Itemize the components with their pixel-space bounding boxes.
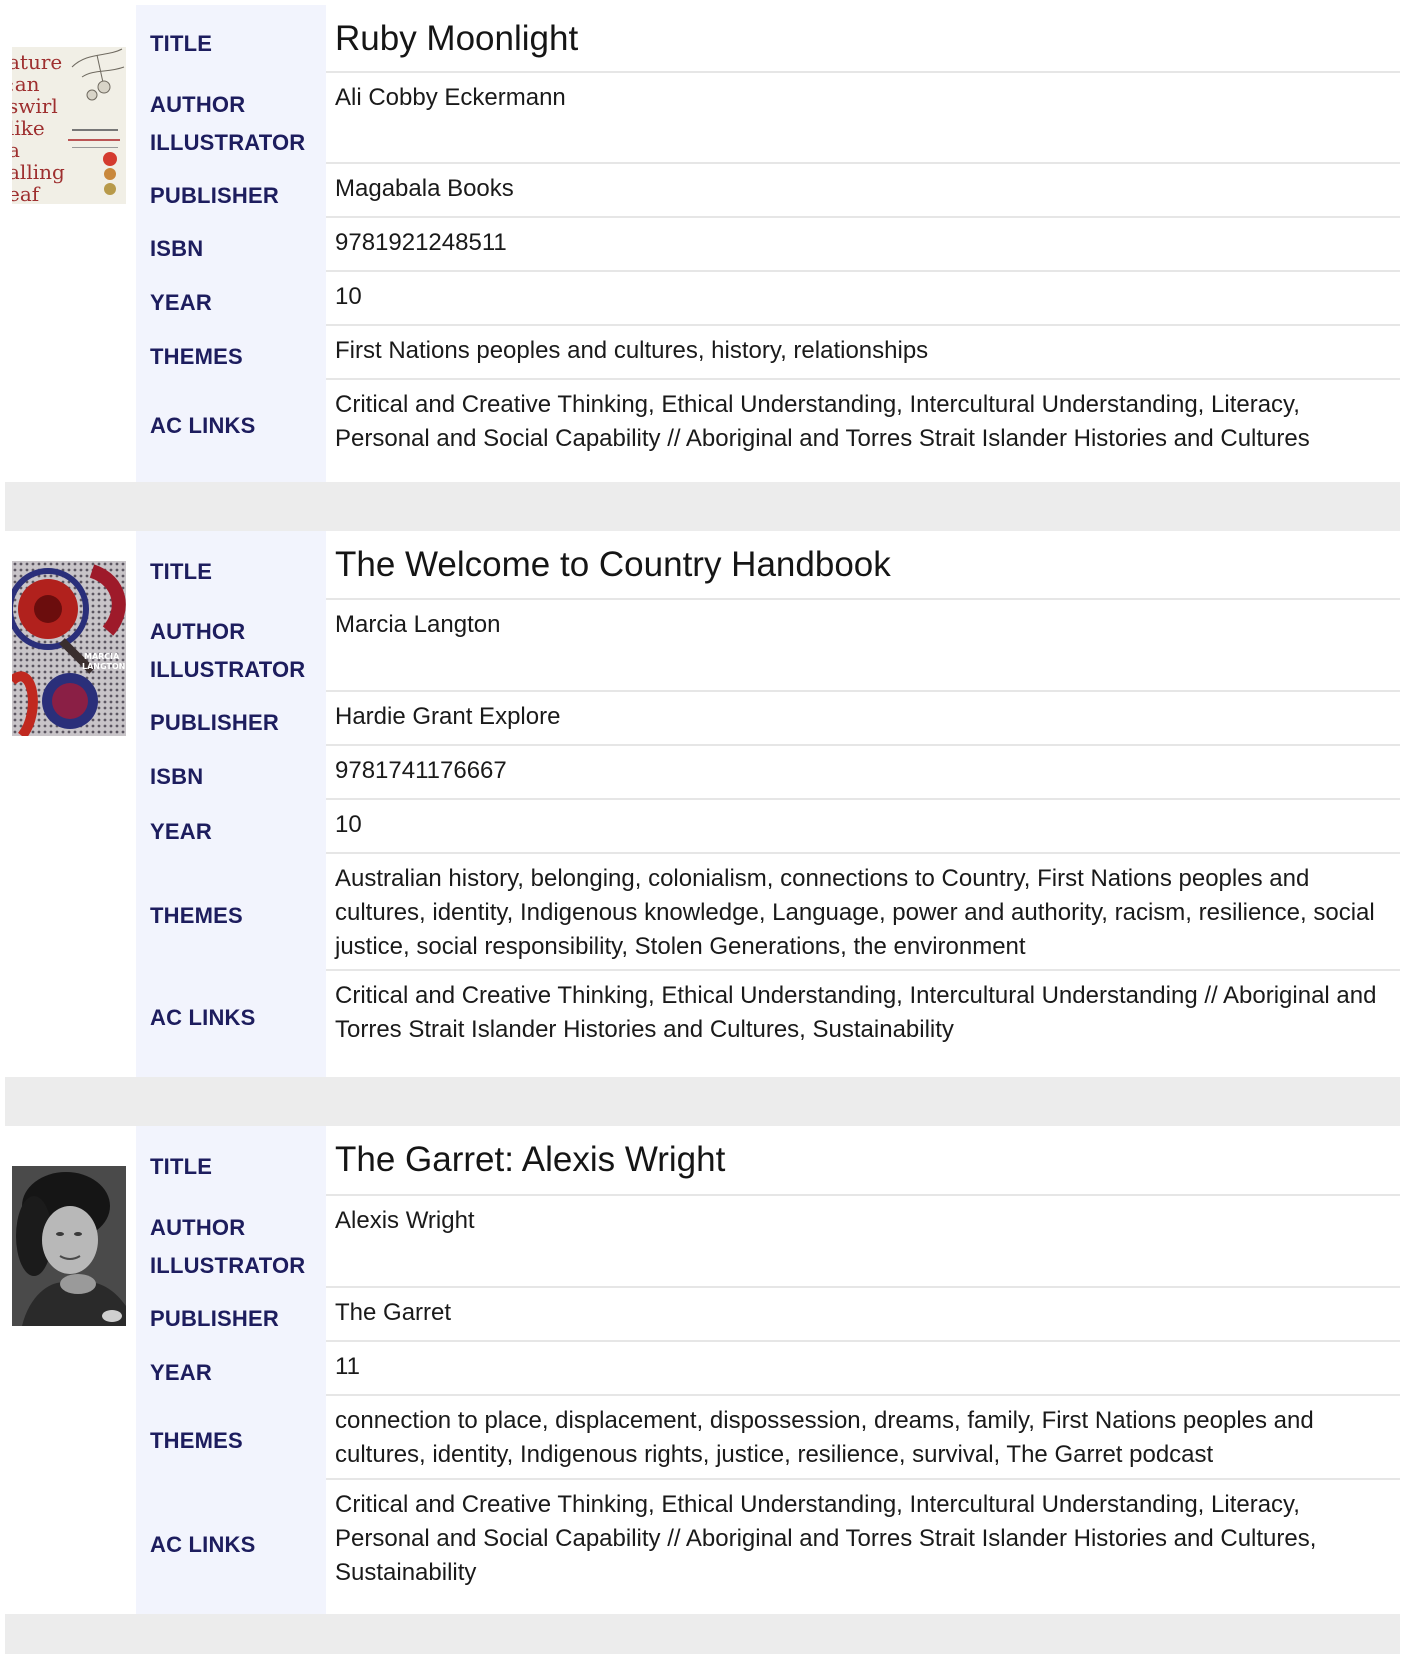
themes-row: THEMES First Nations peoples and culture… [136,326,1400,380]
author-row: AUTHOR ILLUSTRATOR Marcia Langton [136,600,1400,692]
record-separator [5,1614,1400,1654]
year-row: YEAR 11 [136,1342,1400,1396]
ac-links-row: AC LINKS Critical and Creative Thinking,… [136,1480,1400,1614]
book-cover[interactable]: MARCIA LANGTON [12,561,126,736]
year-label: YEAR [150,819,212,844]
year-value: 10 [326,272,1400,326]
publisher-row: PUBLISHER Magabala Books [136,164,1400,218]
author-value: Ali Cobby Eckermann [326,73,1400,164]
ac-links-value: Critical and Creative Thinking, Ethical … [335,982,1377,1043]
isbn-row: ISBN 9781741176667 [136,746,1400,800]
ac-links-row: AC LINKS Critical and Creative Thinking,… [136,971,1400,1077]
publisher-row: PUBLISHER The Garret [136,1288,1400,1342]
author-value: Alexis Wright [326,1196,1400,1288]
book-cover[interactable] [12,1166,126,1326]
ac-links-row: AC LINKS Critical and Creative Thinking,… [136,380,1400,482]
title-label: TITLE [150,559,213,584]
record-separator [5,1077,1400,1126]
book-title[interactable]: The Welcome to Country Handbook [326,531,1400,600]
svg-text:LANGTON: LANGTON [82,662,125,671]
publisher-label: PUBLISHER [150,183,279,208]
publisher-value: Magabala Books [326,164,1400,218]
author-portrait-photo [12,1166,126,1326]
author-row: AUTHOR ILLUSTRATOR Ali Cobby Eckermann [136,73,1400,164]
themes-label: THEMES [150,1428,243,1453]
title-row: TITLE Ruby Moonlight [136,5,1400,73]
themes-label: THEMES [150,903,243,928]
illustrator-label: ILLUSTRATOR [150,657,306,682]
year-value: 11 [326,1342,1400,1396]
svg-text:a: a [12,138,20,162]
themes-value: First Nations peoples and cultures, hist… [326,326,1400,380]
isbn-label: ISBN [150,764,204,789]
illustrator-label: ILLUSTRATOR [150,1253,306,1278]
year-label: YEAR [150,1360,212,1385]
publisher-value: Hardie Grant Explore [326,692,1400,746]
publisher-label: PUBLISHER [150,710,279,735]
author-value: Marcia Langton [326,600,1400,692]
book-record: ature :an swirl like a alling eaf TITLE … [5,5,1400,482]
author-label: AUTHOR [150,1215,246,1240]
author-label: AUTHOR [150,92,246,117]
book-cover[interactable]: ature :an swirl like a alling eaf [12,47,126,204]
ac-links-value: Critical and Creative Thinking, Ethical … [335,391,1310,452]
isbn-value: 9781741176667 [326,746,1400,800]
themes-row: THEMES Australian history, belonging, co… [136,854,1400,971]
publisher-label: PUBLISHER [150,1306,279,1331]
svg-text:eaf: eaf [12,182,41,204]
publisher-row: PUBLISHER Hardie Grant Explore [136,692,1400,746]
svg-text:swirl: swirl [12,94,58,118]
isbn-value: 9781921248511 [326,218,1400,272]
author-label: AUTHOR [150,619,246,644]
themes-label: THEMES [150,344,243,369]
year-value: 10 [326,800,1400,854]
ac-links-value: Critical and Creative Thinking, Ethical … [335,1491,1317,1586]
svg-text:MARCIA: MARCIA [84,652,120,661]
isbn-label: ISBN [150,236,204,261]
isbn-row: ISBN 9781921248511 [136,218,1400,272]
year-row: YEAR 10 [136,272,1400,326]
record-separator [5,482,1400,531]
publisher-value: The Garret [326,1288,1400,1342]
book-title[interactable]: Ruby Moonlight [326,5,1400,73]
title-label: TITLE [150,31,213,56]
svg-text::an: :an [12,72,40,96]
title-row: TITLE The Garret: Alexis Wright [136,1126,1400,1196]
illustrator-label: ILLUSTRATOR [150,130,306,155]
year-row: YEAR 10 [136,800,1400,854]
themes-value: Australian history, belonging, coloniali… [326,854,1400,971]
svg-text:like: like [12,116,45,140]
title-label: TITLE [150,1154,213,1179]
svg-text:alling: alling [12,160,65,184]
book-record: TITLE The Garret: Alexis Wright AUTHOR I… [5,1126,1400,1614]
ac-links-label: AC LINKS [150,1532,256,1557]
themes-row: THEMES connection to place, displacement… [136,1396,1400,1480]
themes-value: connection to place, displacement, dispo… [326,1396,1400,1480]
book-record: MARCIA LANGTON TITLE The Welcome to Coun… [5,531,1400,1077]
book-title[interactable]: The Garret: Alexis Wright [326,1126,1400,1196]
year-label: YEAR [150,290,212,315]
author-row: AUTHOR ILLUSTRATOR Alexis Wright [136,1196,1400,1288]
book-cover-image: ature :an swirl like a alling eaf [12,47,126,204]
ac-links-label: AC LINKS [150,1005,256,1030]
svg-text:ature: ature [12,50,62,74]
title-row: TITLE The Welcome to Country Handbook [136,531,1400,600]
book-cover-image: MARCIA LANGTON [12,561,126,736]
ac-links-label: AC LINKS [150,413,256,438]
